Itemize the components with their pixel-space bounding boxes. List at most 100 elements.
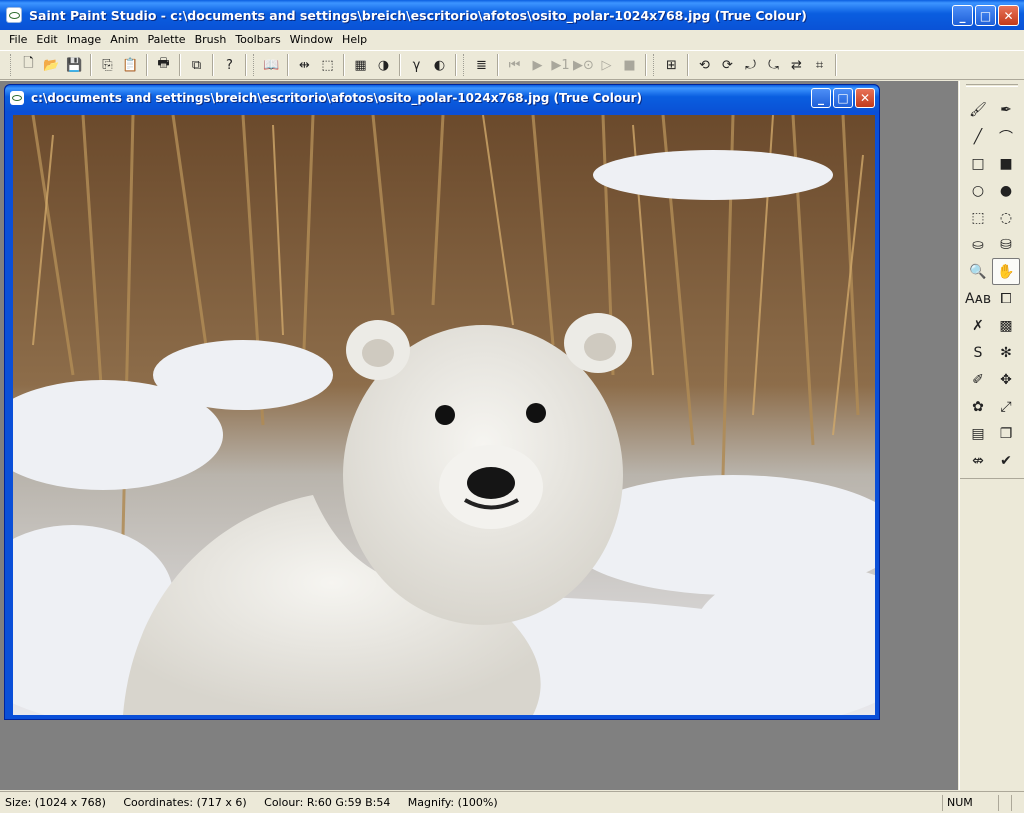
print-icon[interactable]: 🖶 — [152, 54, 175, 76]
copy-icon[interactable]: ⎘ — [96, 54, 119, 76]
toolbar-grip[interactable] — [10, 54, 13, 76]
ellipse-outline-icon[interactable]: ○ — [964, 177, 992, 204]
rotate-right-icon[interactable]: ⟳ — [716, 54, 739, 76]
minimize-button[interactable]: _ — [952, 5, 973, 26]
clone-icon[interactable]: ⧠ — [992, 285, 1020, 312]
menu-palette[interactable]: Palette — [143, 33, 190, 46]
rect-fill-icon[interactable]: ■ — [992, 150, 1020, 177]
new-file-icon[interactable]: 🗋 — [17, 54, 40, 76]
rotate-left-icon[interactable]: ⟲ — [693, 54, 716, 76]
canvas-size-icon[interactable]: ⌗ — [808, 54, 831, 76]
gamma-icon[interactable]: γ — [405, 54, 428, 76]
maximize-button[interactable]: □ — [975, 5, 996, 26]
image-canvas[interactable] — [13, 115, 875, 715]
palette-grip[interactable] — [966, 84, 1018, 87]
app-titlebar[interactable]: Saint Paint Studio - c:\documents and se… — [0, 0, 1024, 30]
invert-icon[interactable]: ◐ — [428, 54, 451, 76]
help-icon[interactable]: ? — [218, 54, 241, 76]
anim-next-icon[interactable]: ▶⊙ — [572, 54, 595, 76]
eraser-icon[interactable]: ✗ — [964, 312, 992, 339]
tool-grid: 🖌 ✒ ╱ ⌒ □ ■ ○ ● ⬚ ◌ ⛀ ⛁ 🔍 ✋ Aᴀʙ ⧠ ✗ ▩ S … — [964, 96, 1020, 474]
menu-help[interactable]: Help — [338, 33, 372, 46]
transform-icon[interactable]: ⤢ — [992, 393, 1020, 420]
cancel-icon[interactable]: ⇎ — [964, 447, 992, 474]
contrast-icon[interactable]: ◑ — [372, 54, 395, 76]
rotate-b-icon[interactable]: ⤿ — [762, 54, 785, 76]
text-icon[interactable]: Aᴀʙ — [964, 285, 992, 312]
menu-edit[interactable]: Edit — [32, 33, 62, 46]
anim-first-icon[interactable]: ⏮ — [503, 54, 526, 76]
menu-image[interactable]: Image — [63, 33, 106, 46]
toolbar-grip[interactable] — [253, 54, 256, 76]
flip-icon[interactable]: ⇄ — [785, 54, 808, 76]
resize-icon[interactable]: ⇹ — [293, 54, 316, 76]
polar-bear-photo — [13, 115, 875, 715]
tool-palette: 🖌 ✒ ╱ ⌒ □ ■ ○ ● ⬚ ◌ ⛀ ⛁ 🔍 ✋ Aᴀʙ ⧠ ✗ ▩ S … — [959, 81, 1024, 790]
filter-icon[interactable]: ✿ — [964, 393, 992, 420]
lasso-icon[interactable]: ◌ — [992, 204, 1020, 231]
line-icon[interactable]: ╱ — [964, 123, 992, 150]
paste-icon[interactable]: 📋 — [119, 54, 142, 76]
main-toolbar: 🗋 📂 💾 ⎘ 📋 🖶 ⧉ ? 📖 ⇹ ⬚ ▦ ◑ γ ◐ ≣ ⏮ ▶ ▶1 ▶… — [0, 50, 1024, 80]
airbrush-icon[interactable]: ✒ — [992, 96, 1020, 123]
sparkle-icon[interactable]: ✻ — [992, 339, 1020, 366]
document-window[interactable]: c:\documents and settings\breich\escrito… — [4, 84, 880, 720]
view-icon[interactable]: ⊞ — [660, 54, 683, 76]
save-icon[interactable]: 💾 — [63, 54, 86, 76]
menu-file[interactable]: File — [0, 33, 32, 46]
toolbar-separator — [90, 54, 92, 76]
spray-can-icon[interactable]: ⛁ — [992, 231, 1020, 258]
layer-stack-icon[interactable]: ≣ — [470, 54, 493, 76]
toolbar-separator — [212, 54, 214, 76]
hand-icon[interactable]: ✋ — [992, 258, 1020, 285]
doc-close-button[interactable]: ✕ — [855, 88, 875, 108]
menu-window[interactable]: Window — [286, 33, 338, 46]
duplicate-window-icon[interactable]: ⧉ — [185, 54, 208, 76]
status-panel — [1011, 794, 1024, 811]
film-icon[interactable]: ▤ — [964, 420, 992, 447]
toolbar-separator — [179, 54, 181, 76]
brush-icon[interactable]: 🖌 — [964, 96, 992, 123]
status-panel — [998, 794, 1011, 811]
crop-icon[interactable]: ⬚ — [316, 54, 339, 76]
move-icon[interactable]: ✥ — [992, 366, 1020, 393]
smudge-icon[interactable]: S — [964, 339, 992, 366]
toolbar-grip[interactable] — [463, 54, 466, 76]
retouch-icon[interactable]: ✐ — [964, 366, 992, 393]
book-icon[interactable]: 📖 — [260, 54, 283, 76]
document-titlebar[interactable]: c:\documents and settings\breich\escrito… — [5, 85, 879, 111]
toolbar-grip[interactable] — [653, 54, 656, 76]
menu-anim[interactable]: Anim — [106, 33, 143, 46]
anim-step-icon[interactable]: ▶1 — [549, 54, 572, 76]
toolbar-separator — [146, 54, 148, 76]
status-text: Size: (1024 x 768) Coordinates: (717 x 6… — [5, 796, 498, 809]
document-icon[interactable] — [10, 91, 24, 105]
open-folder-icon[interactable]: 📂 — [40, 54, 63, 76]
rotate-a-icon[interactable]: ⤾ — [739, 54, 762, 76]
fill-bucket-icon[interactable]: ⛀ — [964, 231, 992, 258]
close-button[interactable]: ✕ — [998, 5, 1019, 26]
toolbar-separator — [287, 54, 289, 76]
rect-select-icon[interactable]: ⬚ — [964, 204, 992, 231]
palette-icon[interactable]: ▦ — [349, 54, 372, 76]
doc-minimize-button[interactable]: _ — [811, 88, 831, 108]
anim-play-icon[interactable]: ▶ — [526, 54, 549, 76]
ellipse-fill-icon[interactable]: ● — [992, 177, 1020, 204]
anim-loop-icon[interactable]: ▷ — [595, 54, 618, 76]
curve-icon[interactable]: ⌒ — [992, 123, 1020, 150]
app-icon[interactable] — [6, 7, 22, 23]
doc-maximize-button[interactable]: □ — [833, 88, 853, 108]
toolbar-separator — [455, 54, 457, 76]
rect-outline-icon[interactable]: □ — [964, 150, 992, 177]
menu-toolbars[interactable]: Toolbars — [231, 33, 285, 46]
ok-check-icon[interactable]: ✔ — [992, 447, 1020, 474]
toolbar-separator — [399, 54, 401, 76]
layers-icon[interactable]: ❐ — [992, 420, 1020, 447]
palette-divider — [960, 478, 1024, 479]
zoom-icon[interactable]: 🔍 — [964, 258, 992, 285]
stamp-icon[interactable]: ▩ — [992, 312, 1020, 339]
num-lock-indicator: NUM — [942, 794, 998, 811]
anim-stop-icon[interactable]: ■ — [618, 54, 641, 76]
menu-brush[interactable]: Brush — [191, 33, 232, 46]
app-title: Saint Paint Studio - c:\documents and se… — [29, 7, 807, 23]
